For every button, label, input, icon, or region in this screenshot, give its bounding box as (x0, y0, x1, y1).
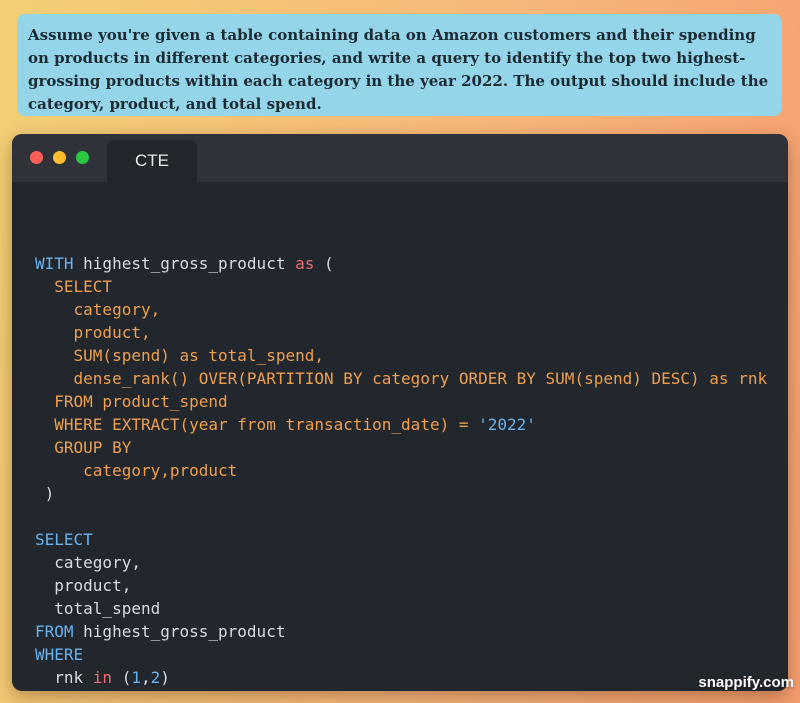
close-window-icon (30, 151, 43, 164)
tab-cte[interactable]: CTE (107, 140, 197, 182)
code-token: SUM(spend) as total_spend, (35, 346, 324, 365)
code-token: as (295, 254, 315, 273)
tab-label: CTE (135, 151, 169, 170)
code-token: , (140, 668, 151, 687)
code-token: dense_rank() OVER(PARTITION BY category … (35, 369, 768, 388)
code-token: '2022' (478, 415, 536, 434)
code-token: ) (160, 668, 170, 687)
question-box: Assume you're given a table containing d… (17, 14, 782, 116)
code-token: category,product (35, 461, 238, 480)
code-token: GROUP BY (35, 438, 132, 457)
code-token: WHERE (35, 645, 84, 664)
code-line: category,product (35, 459, 767, 482)
code-token: WITH (35, 254, 74, 273)
code-line: rnk in (1,2) (35, 666, 767, 689)
code-token: highest_gross_product (73, 622, 286, 641)
window-titlebar: CTE (12, 134, 788, 182)
code-line: WITH highest_gross_product as ( (35, 252, 767, 275)
code-line: dense_rank() OVER(PARTITION BY category … (35, 367, 768, 390)
code-line: SELECT (35, 275, 767, 298)
code-token: rnk (35, 668, 93, 687)
code-line: FROM product_spend (35, 390, 767, 413)
code-window: CTE WITH highest_gross_product as ( SELE… (12, 134, 788, 691)
code-token: 1 (131, 668, 141, 687)
minimize-window-icon (53, 151, 66, 164)
code-line: product, (35, 321, 767, 344)
code-line: category, (35, 551, 767, 574)
code-line: SUM(spend) as total_spend, (35, 344, 767, 367)
code-line: total_spend (35, 597, 767, 620)
code-token: highest_gross_product (73, 254, 296, 273)
code-line: WHERE (35, 643, 767, 666)
code-line: FROM highest_gross_product (35, 620, 767, 643)
code-token: WHERE EXTRACT(year from transaction_date… (35, 415, 479, 434)
code-token: 2 (150, 668, 161, 687)
code-token: product, (35, 576, 132, 595)
watermark: snappify.com (698, 674, 794, 691)
code-token: FROM product_spend (35, 392, 228, 411)
code-token: ) (35, 484, 55, 503)
code-token: SELECT (35, 277, 113, 296)
code-block: WITH highest_gross_product as ( SELECT c… (35, 229, 767, 689)
code-token: category, (35, 553, 141, 572)
code-token: ( (112, 668, 132, 687)
code-line: category, (35, 298, 767, 321)
maximize-window-icon (76, 151, 89, 164)
code-line: SELECT (35, 528, 767, 551)
code-line: GROUP BY (35, 436, 767, 459)
code-token: total_spend (35, 599, 161, 618)
question-text: Assume you're given a table containing d… (28, 26, 769, 113)
code-token: in (92, 668, 113, 687)
code-line: ) (35, 482, 767, 505)
code-token: category, (35, 300, 161, 319)
code-token: FROM (35, 622, 74, 641)
code-line: WHERE EXTRACT(year from transaction_date… (35, 413, 767, 436)
code-token: ( (314, 254, 334, 273)
code-token: product, (35, 323, 151, 342)
code-line: product, (35, 574, 767, 597)
code-token: SELECT (35, 530, 93, 549)
